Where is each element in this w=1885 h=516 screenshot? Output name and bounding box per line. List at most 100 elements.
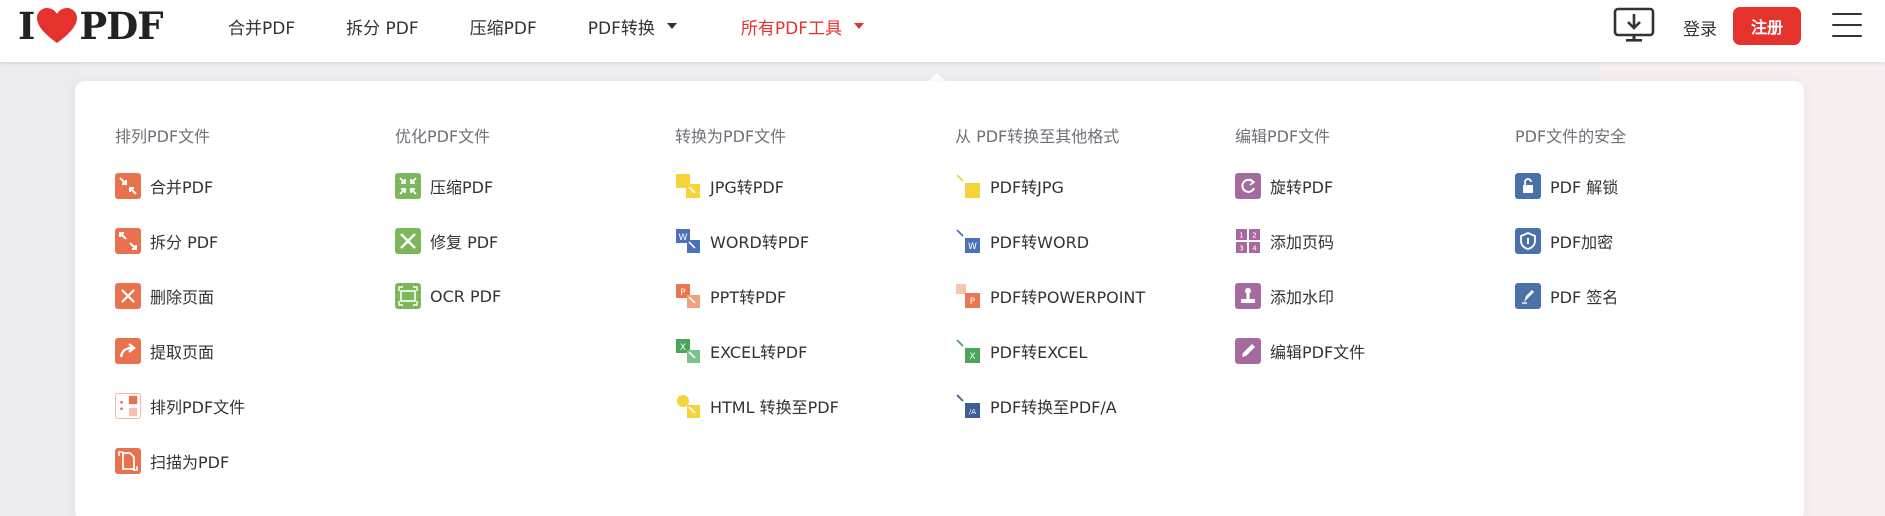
tool-ocr-pdf[interactable]: OCR PDF xyxy=(395,283,501,309)
page-numbers-icon: 1 2 3 4 xyxy=(1235,228,1261,254)
tool-label: 拆分 PDF xyxy=(150,233,219,252)
svg-text:X: X xyxy=(680,343,686,353)
repair-icon xyxy=(395,228,421,254)
tool-watermark[interactable]: 添加水印 xyxy=(1235,283,1334,309)
pdf-to-excel-icon: X xyxy=(955,338,981,364)
login-link[interactable]: 登录 xyxy=(1683,15,1717,40)
pdf-to-ppt-icon: P xyxy=(955,283,981,309)
tool-sign-pdf[interactable]: PDF 签名 xyxy=(1515,283,1618,309)
nav-merge-pdf[interactable]: 合并PDF xyxy=(228,14,295,39)
tool-label: EXCEL转PDF xyxy=(710,343,808,362)
desktop-download-icon[interactable] xyxy=(1613,7,1655,45)
tool-page-numbers[interactable]: 1 2 3 4 添加页码 xyxy=(1235,228,1334,254)
edit-icon xyxy=(1235,338,1261,364)
tool-delete-pages[interactable]: 删除页面 xyxy=(115,283,214,309)
background-gradient xyxy=(0,60,80,516)
top-navbar: I PDF 合并PDF 拆分 PDF 压缩PDF PDF转换 所有PDF工具 登… xyxy=(0,0,1885,62)
tool-word-to-pdf[interactable]: W WORD转PDF xyxy=(675,228,809,254)
tool-html-to-pdf[interactable]: HTML 转换至PDF xyxy=(675,393,839,419)
tool-extract-pages[interactable]: 提取页面 xyxy=(115,338,214,364)
tool-compress-pdf[interactable]: 压缩PDF xyxy=(395,173,493,199)
merge-icon xyxy=(115,173,141,199)
nav-all-tools[interactable]: 所有PDF工具 xyxy=(740,14,865,39)
tool-pdf-to-pdfa[interactable]: /A PDF转换至PDF/A xyxy=(955,393,1117,419)
tool-organize-pdf[interactable]: 排列PDF文件 xyxy=(115,393,245,419)
organize-icon xyxy=(115,393,141,419)
word-to-pdf-icon: W xyxy=(675,228,701,254)
ilovepdf-logo[interactable]: I PDF xyxy=(18,4,164,48)
svg-text:X: X xyxy=(969,352,975,362)
tool-label: PDF转换至PDF/A xyxy=(990,398,1117,417)
svg-text:P: P xyxy=(680,288,686,298)
tool-merge-pdf[interactable]: 合并PDF xyxy=(115,173,213,199)
tool-split-pdf[interactable]: 拆分 PDF xyxy=(115,228,218,254)
nav-split-pdf[interactable]: 拆分 PDF xyxy=(346,14,419,39)
tool-label: PDF转WORD xyxy=(990,233,1090,252)
tool-scan-pdf[interactable]: 扫描为PDF xyxy=(115,448,229,474)
ocr-icon xyxy=(395,283,421,309)
main-nav: 合并PDF 拆分 PDF 压缩PDF PDF转换 所有PDF工具 xyxy=(228,0,915,52)
tool-label: 提取页面 xyxy=(150,343,215,362)
tool-label: 压缩PDF xyxy=(430,178,494,197)
nav-label: 拆分 PDF xyxy=(346,18,419,39)
tool-label: PDF 解锁 xyxy=(1550,178,1619,197)
delete-pages-icon xyxy=(115,283,141,309)
tool-label: 删除页面 xyxy=(150,288,215,307)
svg-text:P: P xyxy=(970,297,976,307)
column-title: 从 PDF转换至其他格式 xyxy=(955,127,1120,146)
ppt-to-pdf-icon: P xyxy=(675,283,701,309)
split-icon xyxy=(115,228,141,254)
hamburger-icon[interactable] xyxy=(1832,13,1862,37)
tool-label: 添加页码 xyxy=(1270,233,1335,252)
logo-letter: I xyxy=(18,4,35,48)
pdf-to-word-icon: W xyxy=(955,228,981,254)
tool-pdf-to-ppt[interactable]: P PDF转POWERPOINT xyxy=(955,283,1145,309)
column-title: 排列PDF文件 xyxy=(115,127,211,146)
tool-label: PDF 签名 xyxy=(1550,288,1619,307)
nav-convert-pdf[interactable]: PDF转换 xyxy=(588,14,677,39)
tool-label: 编辑PDF文件 xyxy=(1270,343,1366,362)
nav-compress-pdf[interactable]: 压缩PDF xyxy=(470,14,537,39)
svg-text:W: W xyxy=(679,233,688,243)
tool-label: PPT转PDF xyxy=(710,288,787,307)
scan-icon xyxy=(115,448,141,474)
signup-button[interactable]: 注册 xyxy=(1733,7,1801,45)
tool-jpg-to-pdf[interactable]: JPG转PDF xyxy=(675,173,784,199)
tool-label: WORD转PDF xyxy=(710,233,810,252)
rotate-icon xyxy=(1235,173,1261,199)
tool-pdf-to-word[interactable]: W PDF转WORD xyxy=(955,228,1089,254)
tool-ppt-to-pdf[interactable]: P PPT转PDF xyxy=(675,283,786,309)
jpg-to-pdf-icon xyxy=(675,173,701,199)
column-title: 编辑PDF文件 xyxy=(1235,127,1331,146)
tool-rotate-pdf[interactable]: 旋转PDF xyxy=(1235,173,1333,199)
svg-text:2: 2 xyxy=(1252,232,1256,240)
heart-logo-icon xyxy=(37,8,78,43)
column-title: 优化PDF文件 xyxy=(395,127,491,146)
nav-label: 所有PDF工具 xyxy=(740,18,843,39)
protect-icon xyxy=(1515,228,1541,254)
tool-label: 合并PDF xyxy=(150,178,214,197)
excel-to-pdf-icon: X xyxy=(675,338,701,364)
tool-label: PDF转JPG xyxy=(990,178,1064,197)
tool-unlock-pdf[interactable]: PDF 解锁 xyxy=(1515,173,1618,199)
pdf-to-pdfa-icon: /A xyxy=(955,393,981,419)
tool-pdf-to-excel[interactable]: X PDF转EXCEL xyxy=(955,338,1087,364)
tool-pdf-to-jpg[interactable]: PDF转JPG xyxy=(955,173,1064,199)
sign-icon xyxy=(1515,283,1541,309)
tool-label: 扫描为PDF xyxy=(150,453,230,472)
svg-text:1: 1 xyxy=(1239,232,1243,240)
tool-protect-pdf[interactable]: PDF加密 xyxy=(1515,228,1613,254)
tool-label: PDF转EXCEL xyxy=(990,343,1088,362)
column-title: 转换为PDF文件 xyxy=(675,127,787,146)
tool-excel-to-pdf[interactable]: X EXCEL转PDF xyxy=(675,338,807,364)
tool-label: 修复 PDF xyxy=(430,233,499,252)
pdf-to-jpg-icon xyxy=(955,173,981,199)
tool-repair-pdf[interactable]: 修复 PDF xyxy=(395,228,498,254)
tool-label: OCR PDF xyxy=(430,286,502,306)
tool-edit-pdf[interactable]: 编辑PDF文件 xyxy=(1235,338,1365,364)
html-to-pdf-icon xyxy=(675,393,701,419)
tool-label: HTML 转换至PDF xyxy=(710,398,839,417)
all-tools-dropdown: 排列PDF文件 合并PDF 拆分 PDF 删除页面 提取页面 排列PDF文件 扫… xyxy=(75,81,1804,516)
caret-down-icon xyxy=(854,23,865,29)
svg-text:W: W xyxy=(968,242,977,252)
